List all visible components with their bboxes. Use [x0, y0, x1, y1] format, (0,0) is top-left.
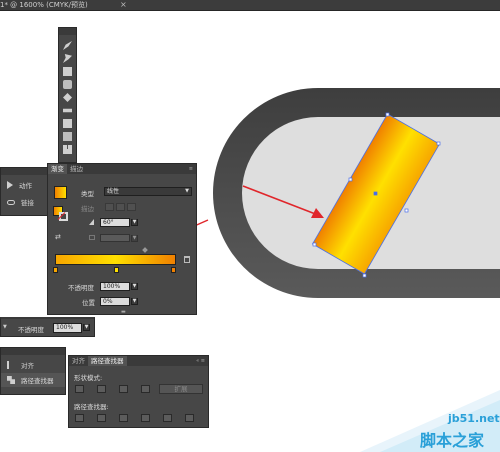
watermark-site: jb51.net	[448, 412, 500, 425]
outline-icon[interactable]	[163, 414, 172, 422]
align-item[interactable]: 对齐	[1, 355, 65, 373]
control-opacity-value: 100%	[56, 324, 74, 331]
expand-button: 扩展	[159, 384, 203, 394]
links-label: 链接	[21, 199, 34, 207]
color-stop-mid[interactable]	[114, 267, 119, 273]
trash-icon[interactable]	[184, 256, 190, 263]
control-opacity-label: 不透明度	[18, 326, 44, 334]
tool-icon-7[interactable]	[63, 119, 72, 128]
actions-label: 动作	[19, 182, 32, 190]
gradient-midpoint-diamond[interactable]	[142, 247, 148, 253]
tool-strip-header	[59, 28, 76, 35]
stamp-icon[interactable]	[63, 67, 72, 76]
actions-item[interactable]: 动作	[1, 175, 49, 195]
opacity-label: 不透明度	[68, 284, 94, 292]
align-label: 对齐	[21, 362, 34, 370]
trim-icon[interactable]	[97, 414, 106, 422]
color-stop-end[interactable]	[171, 267, 176, 273]
gradient-slider[interactable]	[55, 254, 176, 265]
chevron-down-icon[interactable]: ▼	[3, 324, 7, 330]
watermark-name: 脚本之家	[420, 431, 485, 450]
stroke-option-3	[127, 203, 136, 211]
angle-value: 60°	[103, 219, 114, 226]
location-value: 0%	[103, 298, 113, 305]
tool-icon-4[interactable]	[63, 80, 72, 89]
minus-back-icon[interactable]	[185, 414, 194, 422]
location-dropdown[interactable]: ▼	[131, 298, 138, 305]
control-opacity-input[interactable]: 100%	[53, 323, 82, 333]
intersect-icon[interactable]	[119, 385, 128, 393]
side-panel-header	[1, 348, 65, 355]
control-opacity-bar: ▼ 不透明度 100% ▼	[0, 317, 95, 337]
pathfinder-icon	[7, 376, 15, 384]
tool-icon-8[interactable]	[63, 132, 72, 141]
tab-align[interactable]: 对齐	[69, 356, 88, 366]
pathfinder-label: 路径查找器	[21, 377, 54, 385]
aspect-input	[100, 234, 130, 242]
merge-icon[interactable]	[119, 414, 128, 422]
actions-links-panel: 动作 链接	[0, 167, 50, 216]
aspect-icon	[89, 235, 95, 240]
panel-resize-grip[interactable]: ▬	[121, 309, 126, 315]
aspect-dropdown: ▼	[131, 235, 138, 242]
control-opacity-dropdown[interactable]: ▼	[83, 324, 90, 331]
tab-pathfinder[interactable]: 路径查找器	[88, 356, 127, 366]
unite-icon[interactable]	[75, 385, 84, 393]
stroke-option-1	[105, 203, 114, 211]
expand-label: 扩展	[174, 385, 188, 393]
stroke-option-2	[116, 203, 125, 211]
angle-icon	[89, 219, 94, 225]
type-value: 线性	[107, 188, 120, 195]
pin-icon[interactable]	[63, 54, 72, 63]
minus-front-icon[interactable]	[97, 385, 106, 393]
tab-gradient[interactable]: 渐变	[48, 164, 67, 174]
chevron-down-icon: ▼	[185, 188, 189, 194]
divide-icon[interactable]	[75, 414, 84, 422]
tool-icon-6[interactable]	[63, 108, 72, 113]
align-icon	[7, 361, 15, 369]
play-icon	[7, 181, 13, 189]
gradient-swatch[interactable]	[54, 186, 67, 199]
opacity-input[interactable]: 100%	[100, 282, 130, 291]
shape-modes-label: 形状模式:	[74, 374, 103, 382]
type-label: 类型	[81, 190, 94, 198]
tool-strip	[58, 27, 77, 163]
type-select[interactable]: 线性 ▼	[104, 187, 192, 196]
color-stop-start[interactable]	[53, 267, 58, 273]
gradient-panel-tabs: 渐变 描边 ≡	[48, 164, 196, 174]
pathfinder-item[interactable]: 路径查找器	[1, 373, 65, 387]
tool-icons	[59, 35, 76, 154]
crop-icon[interactable]	[141, 414, 150, 422]
side-panel-list: 对齐 路径查找器	[0, 347, 66, 395]
stroke-label: 描边	[81, 205, 94, 213]
location-label: 位置	[82, 299, 95, 307]
tab-stroke[interactable]: 描边	[67, 164, 86, 174]
gradient-panel: 渐变 描边 ≡ 类型 线性 ▼ 描边 60° ▼ ⇄ ▼ 不透明度 100% ▼…	[47, 163, 197, 315]
opacity-dropdown[interactable]: ▼	[131, 283, 138, 290]
links-item[interactable]: 链接	[1, 195, 49, 209]
location-input[interactable]: 0%	[100, 297, 130, 306]
link-icon	[7, 199, 15, 205]
pathfinder-tabs: 对齐 路径查找器 « ≡	[69, 356, 208, 366]
reverse-gradient-icon[interactable]: ⇄	[55, 233, 61, 241]
panel-menu-icon[interactable]: « ≡	[196, 358, 208, 364]
brush-icon[interactable]	[63, 41, 72, 50]
exclude-icon[interactable]	[141, 385, 150, 393]
actions-links-header	[1, 168, 49, 175]
grid-icon[interactable]	[63, 145, 72, 154]
pathfinders-label: 路径查找器:	[74, 403, 109, 411]
panel-menu-icon[interactable]: ≡	[189, 166, 196, 172]
angle-input[interactable]: 60°	[100, 218, 130, 227]
bug-icon[interactable]	[63, 93, 72, 102]
pathfinder-panel: 对齐 路径查找器 « ≡ 形状模式: 扩展 路径查找器:	[68, 355, 209, 428]
opacity-value: 100%	[103, 283, 121, 290]
angle-dropdown[interactable]: ▼	[131, 219, 138, 226]
